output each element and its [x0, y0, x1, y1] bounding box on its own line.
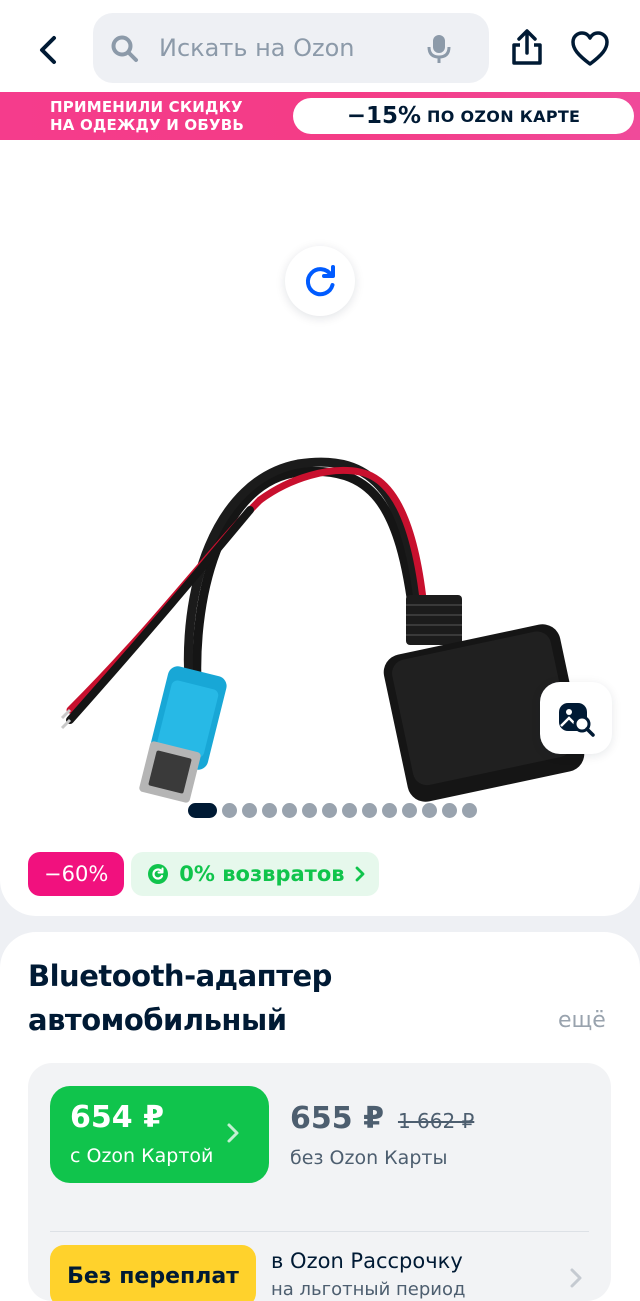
discount-badge: −60%: [28, 852, 125, 896]
returns-icon: [148, 864, 169, 884]
installment-info[interactable]: в Ozon Рассрочку на льготный период: [271, 1249, 465, 1300]
old-price: 1 662 ₽: [397, 1109, 475, 1133]
promo-line-1: ПРИМЕНИЛИ СКИДКУ: [50, 98, 243, 116]
pagination-dot[interactable]: [342, 802, 357, 818]
badges-row: −60% 0% возвратов: [28, 852, 379, 896]
product-title-line-2: автомобильный: [28, 1003, 287, 1037]
regular-price-caption: без Ozon Карты: [290, 1147, 448, 1169]
pagination-dot[interactable]: [222, 802, 237, 818]
chevron-right-icon: [355, 866, 364, 882]
price-block: 654 ₽ с Ozon Картой 655 ₽ 1 662 ₽ без Ozo…: [28, 1063, 611, 1301]
search-bar[interactable]: [93, 13, 489, 83]
product-gallery[interactable]: −60% 0% возвратов: [0, 140, 640, 916]
product-info-card: Bluetooth-адаптер автомобильный ещё 654 …: [0, 932, 640, 1301]
product-title: Bluetooth-адаптер автомобильный: [28, 954, 528, 1042]
microphone-icon[interactable]: [425, 33, 453, 65]
pagination-dot[interactable]: [442, 802, 457, 818]
gallery-pagination[interactable]: [188, 802, 477, 818]
search-input[interactable]: [159, 27, 429, 69]
promo-discount-label: ПО OZON КАРТЕ: [427, 106, 581, 126]
product-image: [60, 457, 585, 803]
regular-price: 655 ₽: [290, 1101, 384, 1136]
pagination-dot[interactable]: [262, 802, 277, 818]
divider: [50, 1231, 589, 1232]
installment-badge[interactable]: Без переплат: [50, 1245, 256, 1301]
back-arrow-icon: [40, 36, 56, 64]
rotate-icon: [305, 265, 335, 297]
more-link[interactable]: ещё: [558, 1008, 606, 1033]
pagination-dot[interactable]: [242, 802, 257, 818]
pagination-dot[interactable]: [382, 802, 397, 818]
promo-line-2: НА ОДЕЖДУ И ОБУВЬ: [50, 116, 245, 134]
ozon-card-price-button[interactable]: 654 ₽ с Ozon Картой: [50, 1086, 269, 1183]
share-icon[interactable]: [505, 25, 549, 71]
pagination-dot[interactable]: [402, 802, 417, 818]
promo-card-discount: −15% ПО OZON КАРТЕ: [293, 98, 634, 134]
search-icon: [111, 35, 138, 62]
chevron-right-icon: [227, 1123, 239, 1143]
pagination-dot[interactable]: [302, 802, 317, 818]
pagination-dot[interactable]: [322, 802, 337, 818]
promo-banner[interactable]: ПРИМЕНИЛИ СКИДКУ НА ОДЕЖДУ И ОБУВЬ −15% …: [0, 92, 640, 140]
promo-discount-value: −15%: [346, 103, 422, 129]
card-price: 654 ₽: [70, 1100, 164, 1135]
promo-text: ПРИМЕНИЛИ СКИДКУ НА ОДЕЖДУ И ОБУВЬ: [50, 98, 280, 134]
card-price-caption: с Ozon Картой: [70, 1145, 214, 1167]
heart-icon[interactable]: [568, 27, 612, 71]
installment-line-1: в Ozon Рассрочку: [271, 1249, 463, 1273]
pagination-dot[interactable]: [362, 802, 377, 818]
chevron-right-icon[interactable]: [569, 1267, 583, 1289]
back-button[interactable]: [24, 26, 72, 74]
pagination-dot-active[interactable]: [188, 802, 217, 818]
top-bar: [0, 0, 640, 92]
product-title-line-1: Bluetooth-адаптер: [28, 959, 332, 993]
installment-line-2: на льготный период: [271, 1279, 466, 1300]
pagination-dot[interactable]: [462, 802, 477, 818]
returns-label: 0% возвратов: [179, 862, 345, 886]
image-search-icon: [559, 703, 595, 737]
regular-price-block: 655 ₽ 1 662 ₽ без Ozon Карты: [290, 1101, 475, 1169]
pagination-dot[interactable]: [282, 802, 297, 818]
returns-badge[interactable]: 0% возвратов: [131, 852, 379, 896]
visual-search-button[interactable]: [540, 682, 612, 754]
pagination-dot[interactable]: [422, 802, 437, 818]
